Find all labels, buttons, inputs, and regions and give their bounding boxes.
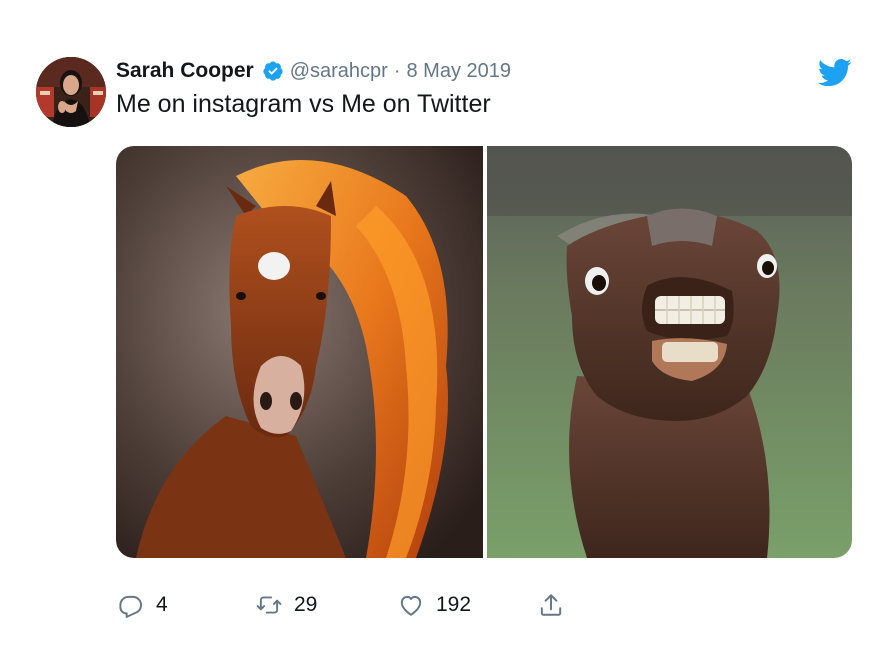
author-display-name[interactable]: Sarah Cooper [116,59,254,83]
tweet-text: Me on instagram vs Me on Twitter [116,90,491,118]
tweet-header: Sarah Cooper @sarahcpr · 8 May 2019 [116,58,511,84]
reply-count: 4 [156,593,168,616]
twitter-bird-icon[interactable] [817,58,852,88]
header-separator: · [393,59,401,82]
like-button[interactable]: 192 [398,590,471,620]
heart-icon [400,595,422,616]
goofy-horse-photo[interactable] [487,146,852,558]
retweet-icon [256,596,282,614]
author-handle[interactable]: @sarahcpr [290,60,388,83]
avatar-image [36,57,106,127]
tweet-date[interactable]: 8 May 2019 [407,60,512,83]
tweet-card: Sarah Cooper @sarahcpr · 8 May 2019 Me o… [0,0,890,660]
retweet-button[interactable]: 29 [256,590,317,620]
share-button[interactable] [538,590,564,620]
verified-badge-icon [262,60,284,82]
reply-button[interactable]: 4 [118,590,168,620]
tweet-media-grid[interactable] [116,146,852,558]
share-icon [540,594,562,616]
majestic-horse-photo[interactable] [116,146,483,558]
tweet-actions: 4 29 192 [116,590,576,620]
author-avatar[interactable] [36,57,106,127]
reply-icon [119,595,143,618]
retweet-count: 29 [294,593,318,616]
like-count: 192 [436,593,472,616]
